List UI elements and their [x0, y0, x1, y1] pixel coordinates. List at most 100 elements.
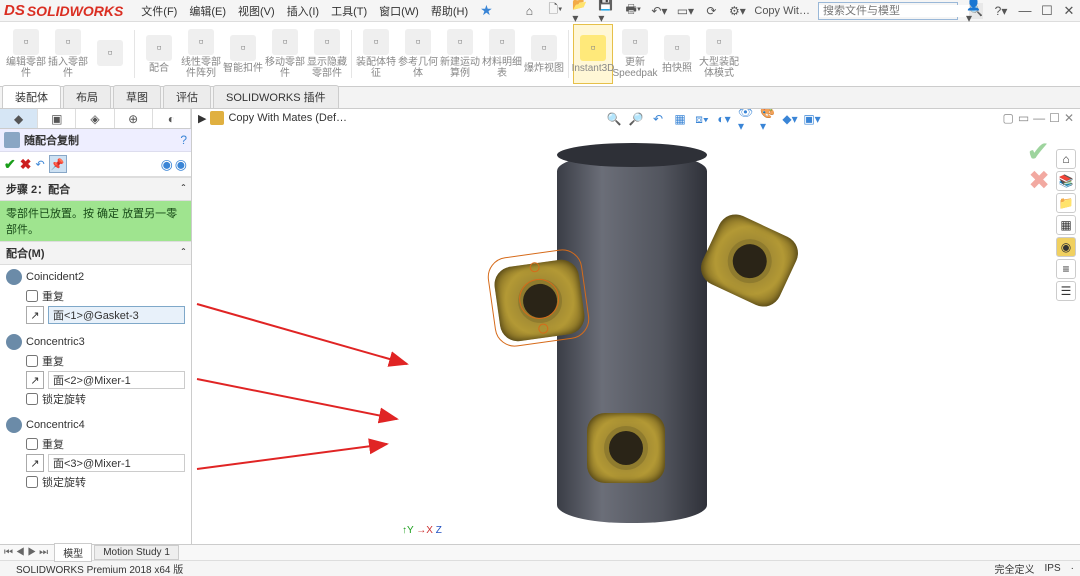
design-lib-icon[interactable]: 📚	[1056, 171, 1076, 191]
minimize-icon[interactable]: —	[1014, 3, 1036, 19]
ok-button[interactable]: ✔	[4, 156, 16, 173]
confirm-cancel-icon[interactable]: ✖	[1028, 165, 1050, 196]
ribbon-btn-1[interactable]: ▫插入零部件	[48, 24, 88, 84]
pm-help-icon[interactable]: ?	[180, 133, 187, 147]
close-icon[interactable]: ✕	[1058, 3, 1080, 19]
print-icon[interactable]: 🖶▾	[624, 2, 642, 20]
graphics-viewport[interactable]: ▶ Copy With Mates (Def… 🔍 🔎 ↶ ▦ ⧈▾ ◐▾ 👁▾…	[192, 109, 1080, 544]
new-icon[interactable]: 🗋▾	[546, 2, 564, 20]
mate-face-value[interactable]: 面<1>@Gasket-3	[48, 306, 185, 324]
tab-3[interactable]: 评估	[163, 85, 211, 108]
mate-face-field[interactable]: ↗面<2>@Mixer-1	[26, 371, 185, 389]
prev-step-icon[interactable]: ◉	[161, 156, 173, 173]
undo-icon[interactable]: ↶▾	[650, 2, 668, 20]
display-tab[interactable]: ◐	[153, 109, 191, 128]
home-icon[interactable]: ⌂	[520, 2, 538, 20]
appearances-icon[interactable]: ◉	[1056, 237, 1076, 257]
forum-icon[interactable]: ☰	[1056, 281, 1076, 301]
config-tab[interactable]: ◈	[76, 109, 114, 128]
select-icon[interactable]: ▭▾	[676, 2, 694, 20]
rebuild-icon[interactable]: ⟳	[702, 2, 720, 20]
vp-close-icon[interactable]: ✕	[1064, 111, 1074, 125]
maximize-icon[interactable]: ☐	[1036, 3, 1058, 19]
tab-model[interactable]: 模型	[54, 543, 92, 562]
options-icon[interactable]: ⚙▾	[728, 2, 746, 20]
mate-face-value[interactable]: 面<3>@Mixer-1	[48, 454, 185, 472]
ribbon-btn-10[interactable]: ▫新建运动算例	[440, 24, 480, 84]
vp-tile-icon[interactable]: ▢	[1002, 111, 1013, 125]
mate-face-value[interactable]: 面<2>@Mixer-1	[48, 371, 185, 389]
sheet-nav[interactable]: ⏮ ◀ ▶ ⏭	[4, 547, 48, 558]
step-header[interactable]: 步骤 2：配合 ˆ	[0, 177, 191, 201]
repeat-checkbox[interactable]: 重复	[26, 288, 185, 304]
tab-4[interactable]: SOLIDWORKS 插件	[213, 85, 339, 108]
file-explorer-icon[interactable]: 📁	[1056, 193, 1076, 213]
prev-view-icon[interactable]: ↶	[650, 111, 666, 127]
menu-insert[interactable]: 插入(I)	[281, 1, 325, 21]
repeat-checkbox[interactable]: 重复	[26, 353, 185, 369]
resources-icon[interactable]: ⌂	[1056, 149, 1076, 169]
view-orient-icon[interactable]: ⧈▾	[694, 111, 710, 127]
lock-rotation-checkbox[interactable]: 锁定旋转	[26, 391, 185, 407]
zoom-fit-icon[interactable]: 🔍	[606, 111, 622, 127]
mate-face-field[interactable]: ↗面<3>@Mixer-1	[26, 454, 185, 472]
dim-tab[interactable]: ⊕	[115, 109, 153, 128]
mates-header[interactable]: 配合(M) ˆ	[0, 241, 191, 265]
ribbon-btn-5[interactable]: ▫智能扣件	[223, 24, 263, 84]
mate-face-field[interactable]: ↗面<1>@Gasket-3	[26, 306, 185, 324]
search-input[interactable]	[819, 5, 969, 17]
ribbon-btn-6[interactable]: ▫移动零部件	[265, 24, 305, 84]
ribbon-btn-4[interactable]: ▫线性零部件阵列	[181, 24, 221, 84]
scene-icon[interactable]: 🎨▾	[760, 111, 776, 127]
tab-0[interactable]: 装配体	[2, 85, 61, 108]
menu-help[interactable]: 帮助(H)	[425, 1, 474, 21]
next-step-icon[interactable]: ◉	[175, 156, 187, 173]
view-palette-icon[interactable]: ▦	[1056, 215, 1076, 235]
repeat-checkbox[interactable]: 重复	[26, 436, 185, 452]
star-icon[interactable]: ★	[480, 2, 493, 19]
undo-pm-icon[interactable]: ↶	[35, 158, 44, 171]
tab-2[interactable]: 草图	[113, 85, 161, 108]
save-icon[interactable]: 💾▾	[598, 2, 616, 20]
display-style-icon[interactable]: ◐▾	[716, 111, 732, 127]
ribbon-btn-9[interactable]: ▫参考几何体	[398, 24, 438, 84]
cancel-button[interactable]: ✖	[20, 156, 32, 173]
menu-file[interactable]: 文件(F)	[135, 1, 183, 21]
face-picker-icon[interactable]: ↗	[26, 454, 44, 472]
pin-button[interactable]: 📌	[49, 155, 67, 173]
breadcrumb[interactable]: ▶ Copy With Mates (Def…	[198, 111, 347, 125]
menu-tools[interactable]: 工具(T)	[325, 1, 373, 21]
face-picker-icon[interactable]: ↗	[26, 371, 44, 389]
menu-edit[interactable]: 编辑(E)	[183, 1, 232, 21]
ribbon-btn-15[interactable]: ▫拍快照	[657, 24, 697, 84]
section-icon[interactable]: ▦	[672, 111, 688, 127]
appearance-icon[interactable]: ◆▾	[782, 111, 798, 127]
menu-view[interactable]: 视图(V)	[232, 1, 281, 21]
open-icon[interactable]: 📂▾	[572, 2, 590, 20]
ribbon-btn-14[interactable]: ▫更新Speedpak	[615, 24, 655, 84]
help-icon[interactable]: ?▾	[992, 2, 1010, 20]
search-box[interactable]: 🔍	[818, 2, 958, 20]
feature-tree-tab[interactable]: ◆	[0, 109, 38, 128]
tab-motion-study[interactable]: Motion Study 1	[94, 545, 179, 560]
custom-props-icon[interactable]: ≡	[1056, 259, 1076, 279]
ribbon-btn-8[interactable]: ▫装配体特征	[356, 24, 396, 84]
ribbon-btn-0[interactable]: ▫编辑零部件	[6, 24, 46, 84]
user-icon[interactable]: 👤▾	[966, 2, 984, 20]
lock-rotation-checkbox[interactable]: 锁定旋转	[26, 474, 185, 490]
vp-max-icon[interactable]: ☐	[1049, 111, 1060, 125]
hide-show-icon[interactable]: 👁▾	[738, 111, 754, 127]
pm-tab[interactable]: ▣	[38, 109, 76, 128]
ribbon-btn-12[interactable]: ▫爆炸视图	[524, 24, 564, 84]
ribbon-btn-13[interactable]: ▫Instant3D	[573, 24, 613, 84]
ribbon-btn-11[interactable]: ▫材料明细表	[482, 24, 522, 84]
confirm-check-icon[interactable]: ✔	[1027, 135, 1050, 168]
ribbon-btn-3[interactable]: ▫配合	[139, 24, 179, 84]
menu-window[interactable]: 窗口(W)	[373, 1, 425, 21]
ribbon-btn-2[interactable]: ▫	[90, 24, 130, 84]
zoom-area-icon[interactable]: 🔎	[628, 111, 644, 127]
tab-1[interactable]: 布局	[63, 85, 111, 108]
face-picker-icon[interactable]: ↗	[26, 306, 44, 324]
vp-restore-icon[interactable]: ▭	[1018, 111, 1029, 125]
render-icon[interactable]: ▣▾	[804, 111, 820, 127]
